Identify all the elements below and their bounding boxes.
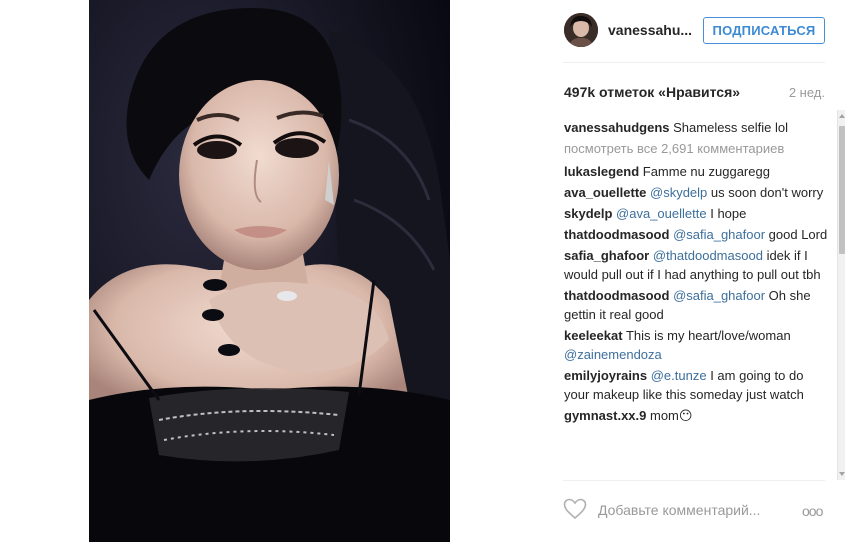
comment-mention[interactable]: @thatdoodmasood [653, 248, 763, 263]
comment-mention[interactable]: @skydelp [650, 185, 707, 200]
heart-outline-icon[interactable] [563, 498, 587, 520]
comment-username[interactable]: keeleekat [564, 328, 623, 343]
comment-text: This is my heart/love/woman [625, 328, 791, 343]
comment-item: emilyjoyrains @e.tunze I am going to do … [564, 366, 832, 404]
avatar[interactable] [564, 13, 598, 47]
comment-username[interactable]: lukaslegend [564, 164, 639, 179]
comment-item: keeleekat This is my heart/love/woman @z… [564, 326, 832, 364]
comment-username[interactable]: emilyjoyrains [564, 368, 647, 383]
comment-username[interactable]: skydelp [564, 206, 612, 221]
comments-scrollbar[interactable] [837, 110, 845, 480]
comment-text: I hope [710, 206, 747, 221]
comment-item: safia_ghafoor @thatdoodmasood idek if I … [564, 246, 832, 284]
post-username[interactable]: vanessahu... [608, 22, 692, 38]
comment-mention[interactable]: @e.tunze [651, 368, 707, 383]
scroll-down-arrow-icon[interactable] [838, 470, 846, 478]
comment-username[interactable]: ava_ouellette [564, 185, 646, 200]
comments-list: vanessahudgens Shameless selfie lol посм… [564, 118, 832, 478]
comment-item: thatdoodmasood @safia_ghafoor good Lord [564, 225, 832, 244]
comment-item: ava_ouellette @skydelp us soon don't wor… [564, 183, 832, 202]
comment-text: good Lord [768, 227, 828, 242]
follow-button[interactable]: ПОДПИСАТЬСЯ [703, 17, 825, 44]
comment-text: mom😶 [650, 408, 693, 423]
page-margin [0, 0, 89, 542]
comment-mention[interactable]: @safia_ghafoor [673, 227, 765, 242]
more-dots-icon[interactable]: ooo [802, 503, 823, 519]
header-divider [563, 62, 825, 63]
likes-count[interactable]: 497k отметок «Нравится» [564, 84, 740, 100]
footer-divider [563, 480, 825, 481]
comment-username[interactable]: safia_ghafoor [564, 248, 649, 263]
post-sidebar: vanessahu... ПОДПИСАТЬСЯ 497k отметок «Н… [450, 0, 847, 542]
post-header: vanessahu... ПОДПИСАТЬСЯ [450, 0, 847, 62]
comment-username[interactable]: vanessahudgens [564, 120, 670, 135]
add-comment-input[interactable]: Добавьте комментарий... [598, 502, 760, 518]
comment-username[interactable]: gymnast.xx.9 [564, 408, 646, 423]
scrollbar-thumb[interactable] [839, 126, 845, 254]
comment-username[interactable]: thatdoodmasood [564, 227, 669, 242]
post-time[interactable]: 2 нед. [789, 85, 825, 100]
comment-mention[interactable]: @safia_ghafoor [673, 288, 765, 303]
comment-item: gymnast.xx.9 mom😶 [564, 406, 832, 425]
comment-mention[interactable]: @ava_ouellette [616, 206, 707, 221]
scroll-up-arrow-icon[interactable] [838, 112, 846, 120]
comment-item: thatdoodmasood @safia_ghafoor Oh she get… [564, 286, 832, 324]
view-all-comments-link[interactable]: посмотреть все 2,691 комментариев [564, 139, 832, 158]
comment-mention[interactable]: @zainemendoza [564, 347, 662, 362]
post-photo[interactable] [89, 0, 450, 542]
comment-item: lukaslegend Famme nu zuggaregg [564, 162, 832, 181]
comment-item: vanessahudgens Shameless selfie lol [564, 118, 832, 137]
comment-text: us soon don't worry [710, 185, 824, 200]
comment-item: skydelp @ava_ouellette I hope [564, 204, 832, 223]
comment-text: Shameless selfie lol [673, 120, 789, 135]
comment-text: Famme nu zuggaregg [642, 164, 770, 179]
comment-username[interactable]: thatdoodmasood [564, 288, 669, 303]
